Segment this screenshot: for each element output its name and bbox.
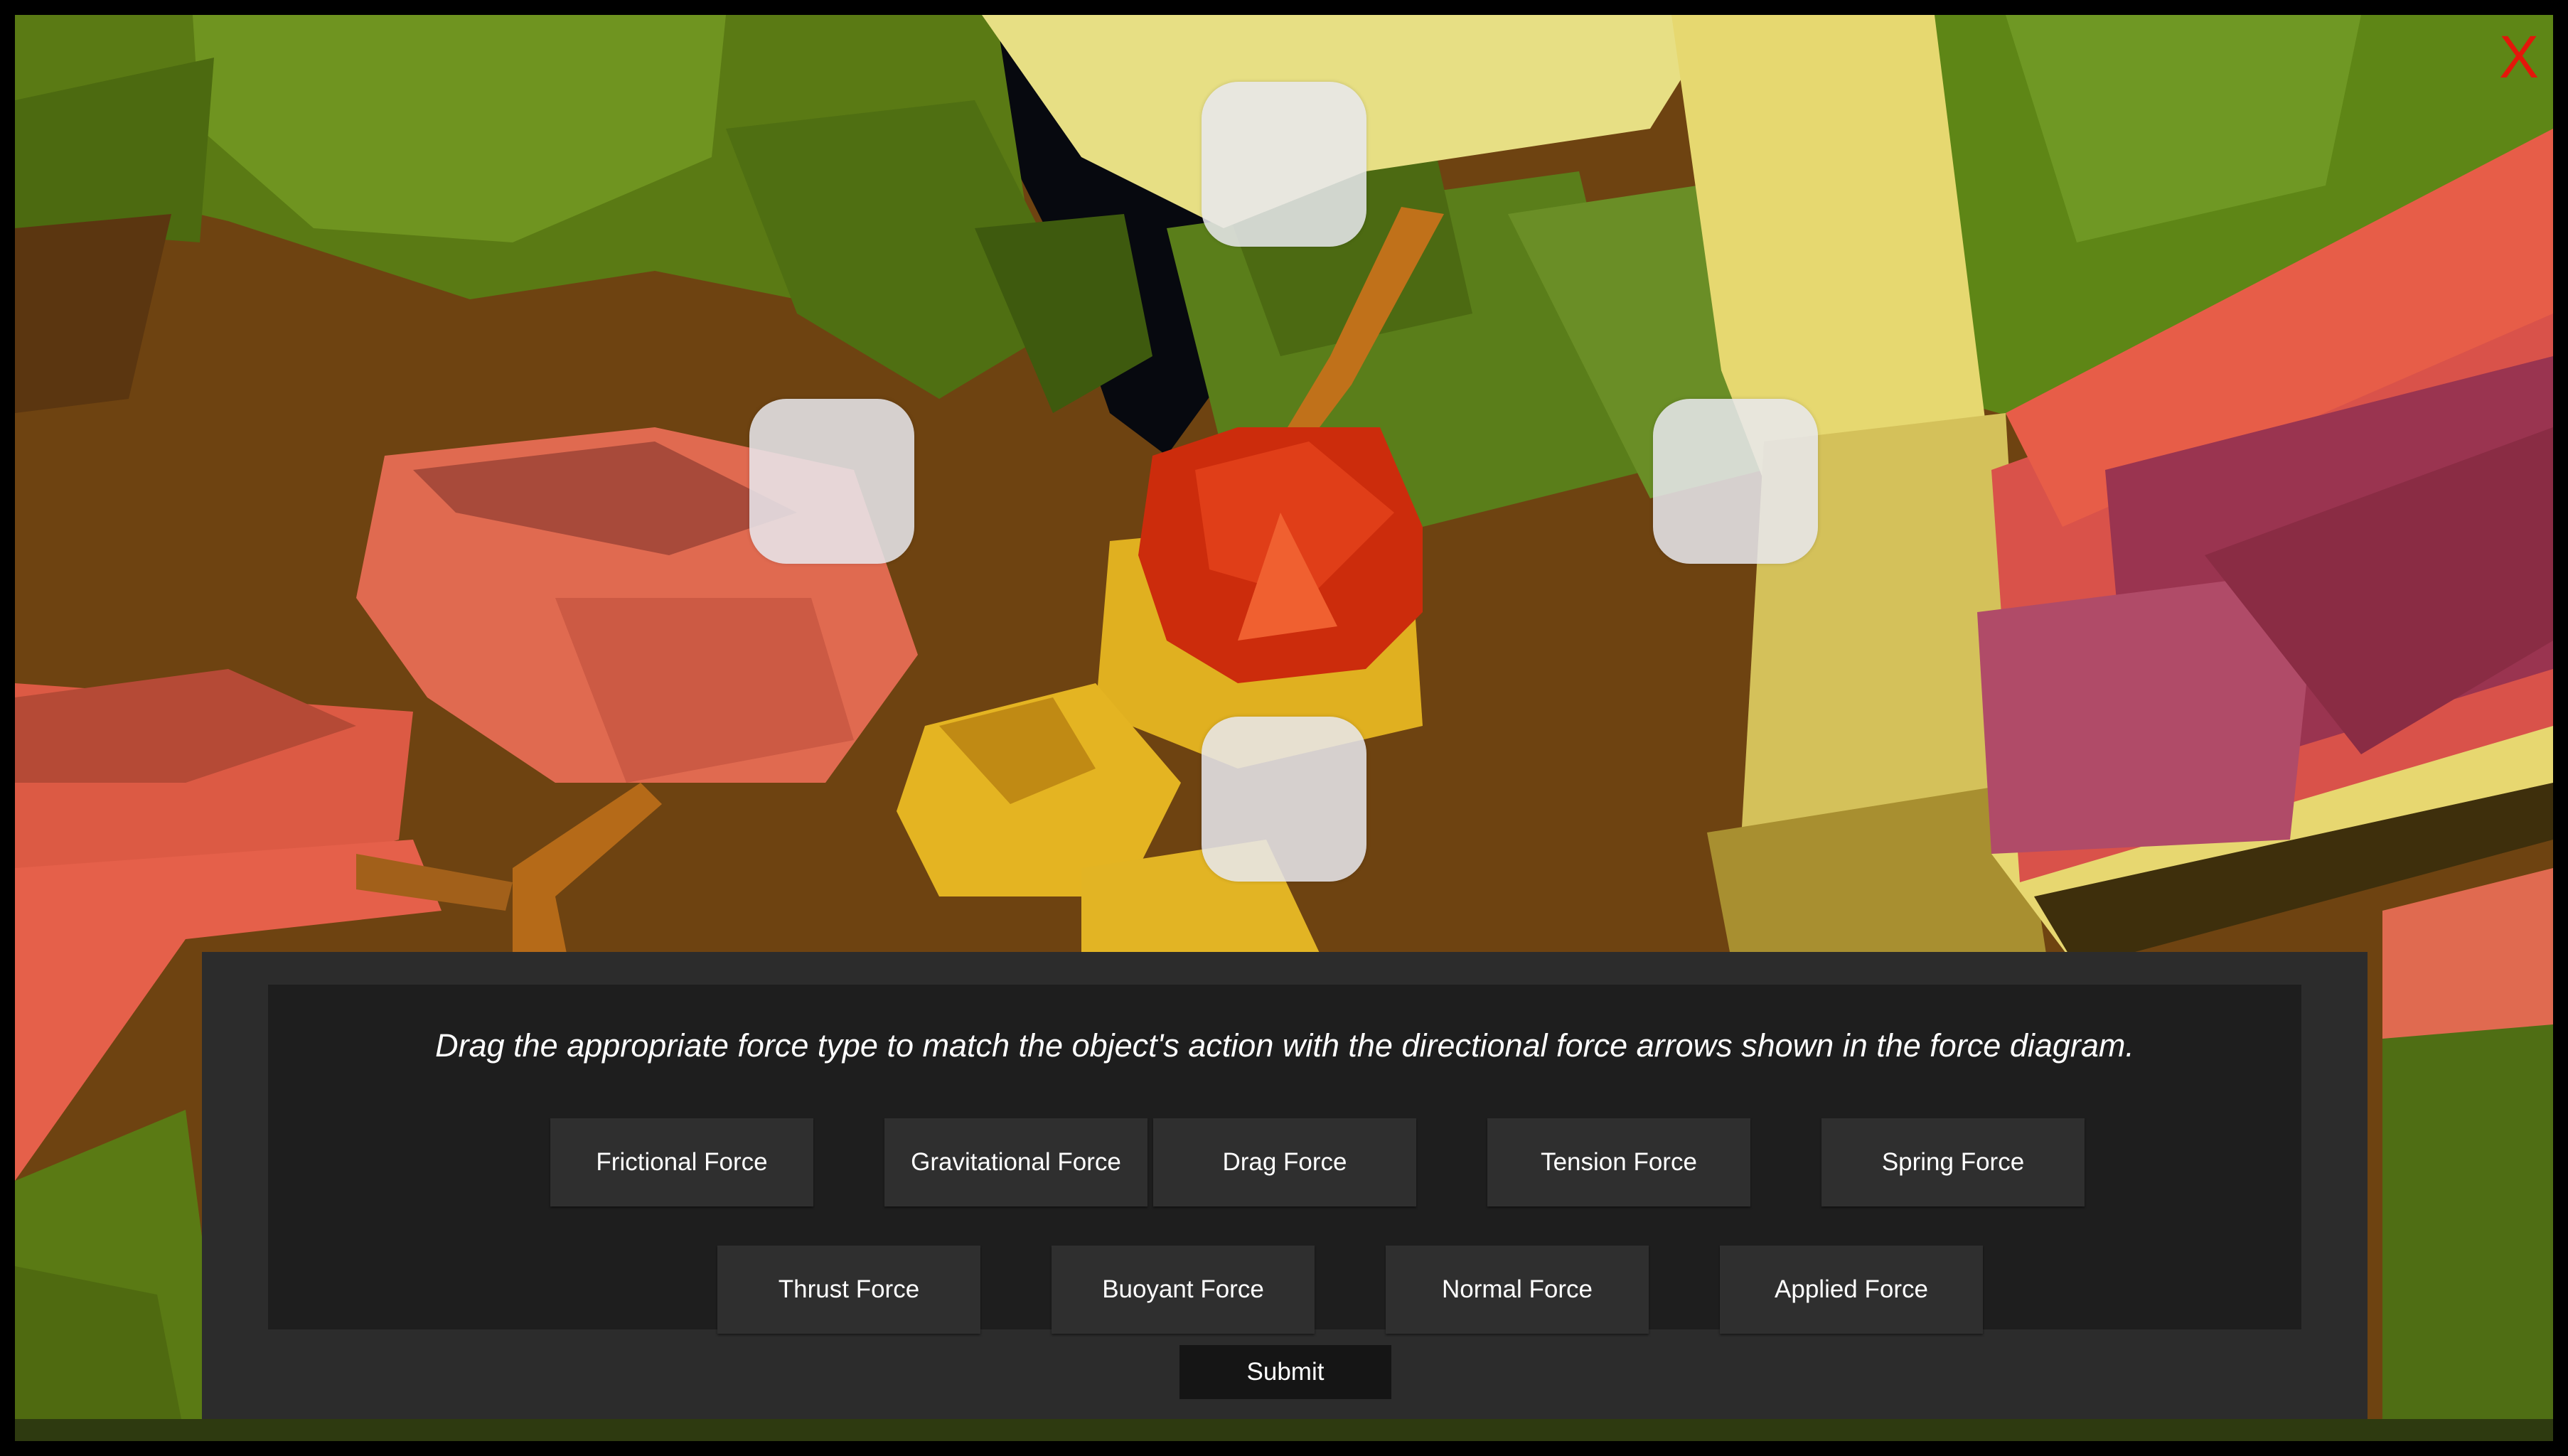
force-option-gravitational[interactable]: Gravitational Force — [884, 1118, 1147, 1206]
force-option-applied[interactable]: Applied Force — [1720, 1246, 1983, 1334]
force-option-spring[interactable]: Spring Force — [1821, 1118, 2085, 1206]
submit-button[interactable]: Submit — [1179, 1345, 1391, 1399]
drop-slot-bottom[interactable] — [1202, 717, 1366, 882]
drop-slot-left[interactable] — [749, 399, 914, 564]
drop-slot-right[interactable] — [1653, 399, 1818, 564]
drop-slot-top[interactable] — [1202, 82, 1366, 247]
force-option-buoyant[interactable]: Buoyant Force — [1052, 1246, 1315, 1334]
force-option-tension[interactable]: Tension Force — [1487, 1118, 1750, 1206]
force-option-thrust[interactable]: Thrust Force — [717, 1246, 980, 1334]
instruction-text: Drag the appropriate force type to match… — [435, 1027, 2134, 1064]
answer-panel: Drag the appropriate force type to match… — [202, 952, 2368, 1419]
game-window: X Drag the appropriate force type to mat… — [0, 0, 2568, 1456]
close-button[interactable]: X — [2492, 27, 2546, 87]
force-option-drag[interactable]: Drag Force — [1153, 1118, 1416, 1206]
force-options-area: Drag the appropriate force type to match… — [268, 985, 2301, 1334]
force-option-normal[interactable]: Normal Force — [1386, 1246, 1649, 1334]
force-option-frictional[interactable]: Frictional Force — [550, 1118, 813, 1206]
